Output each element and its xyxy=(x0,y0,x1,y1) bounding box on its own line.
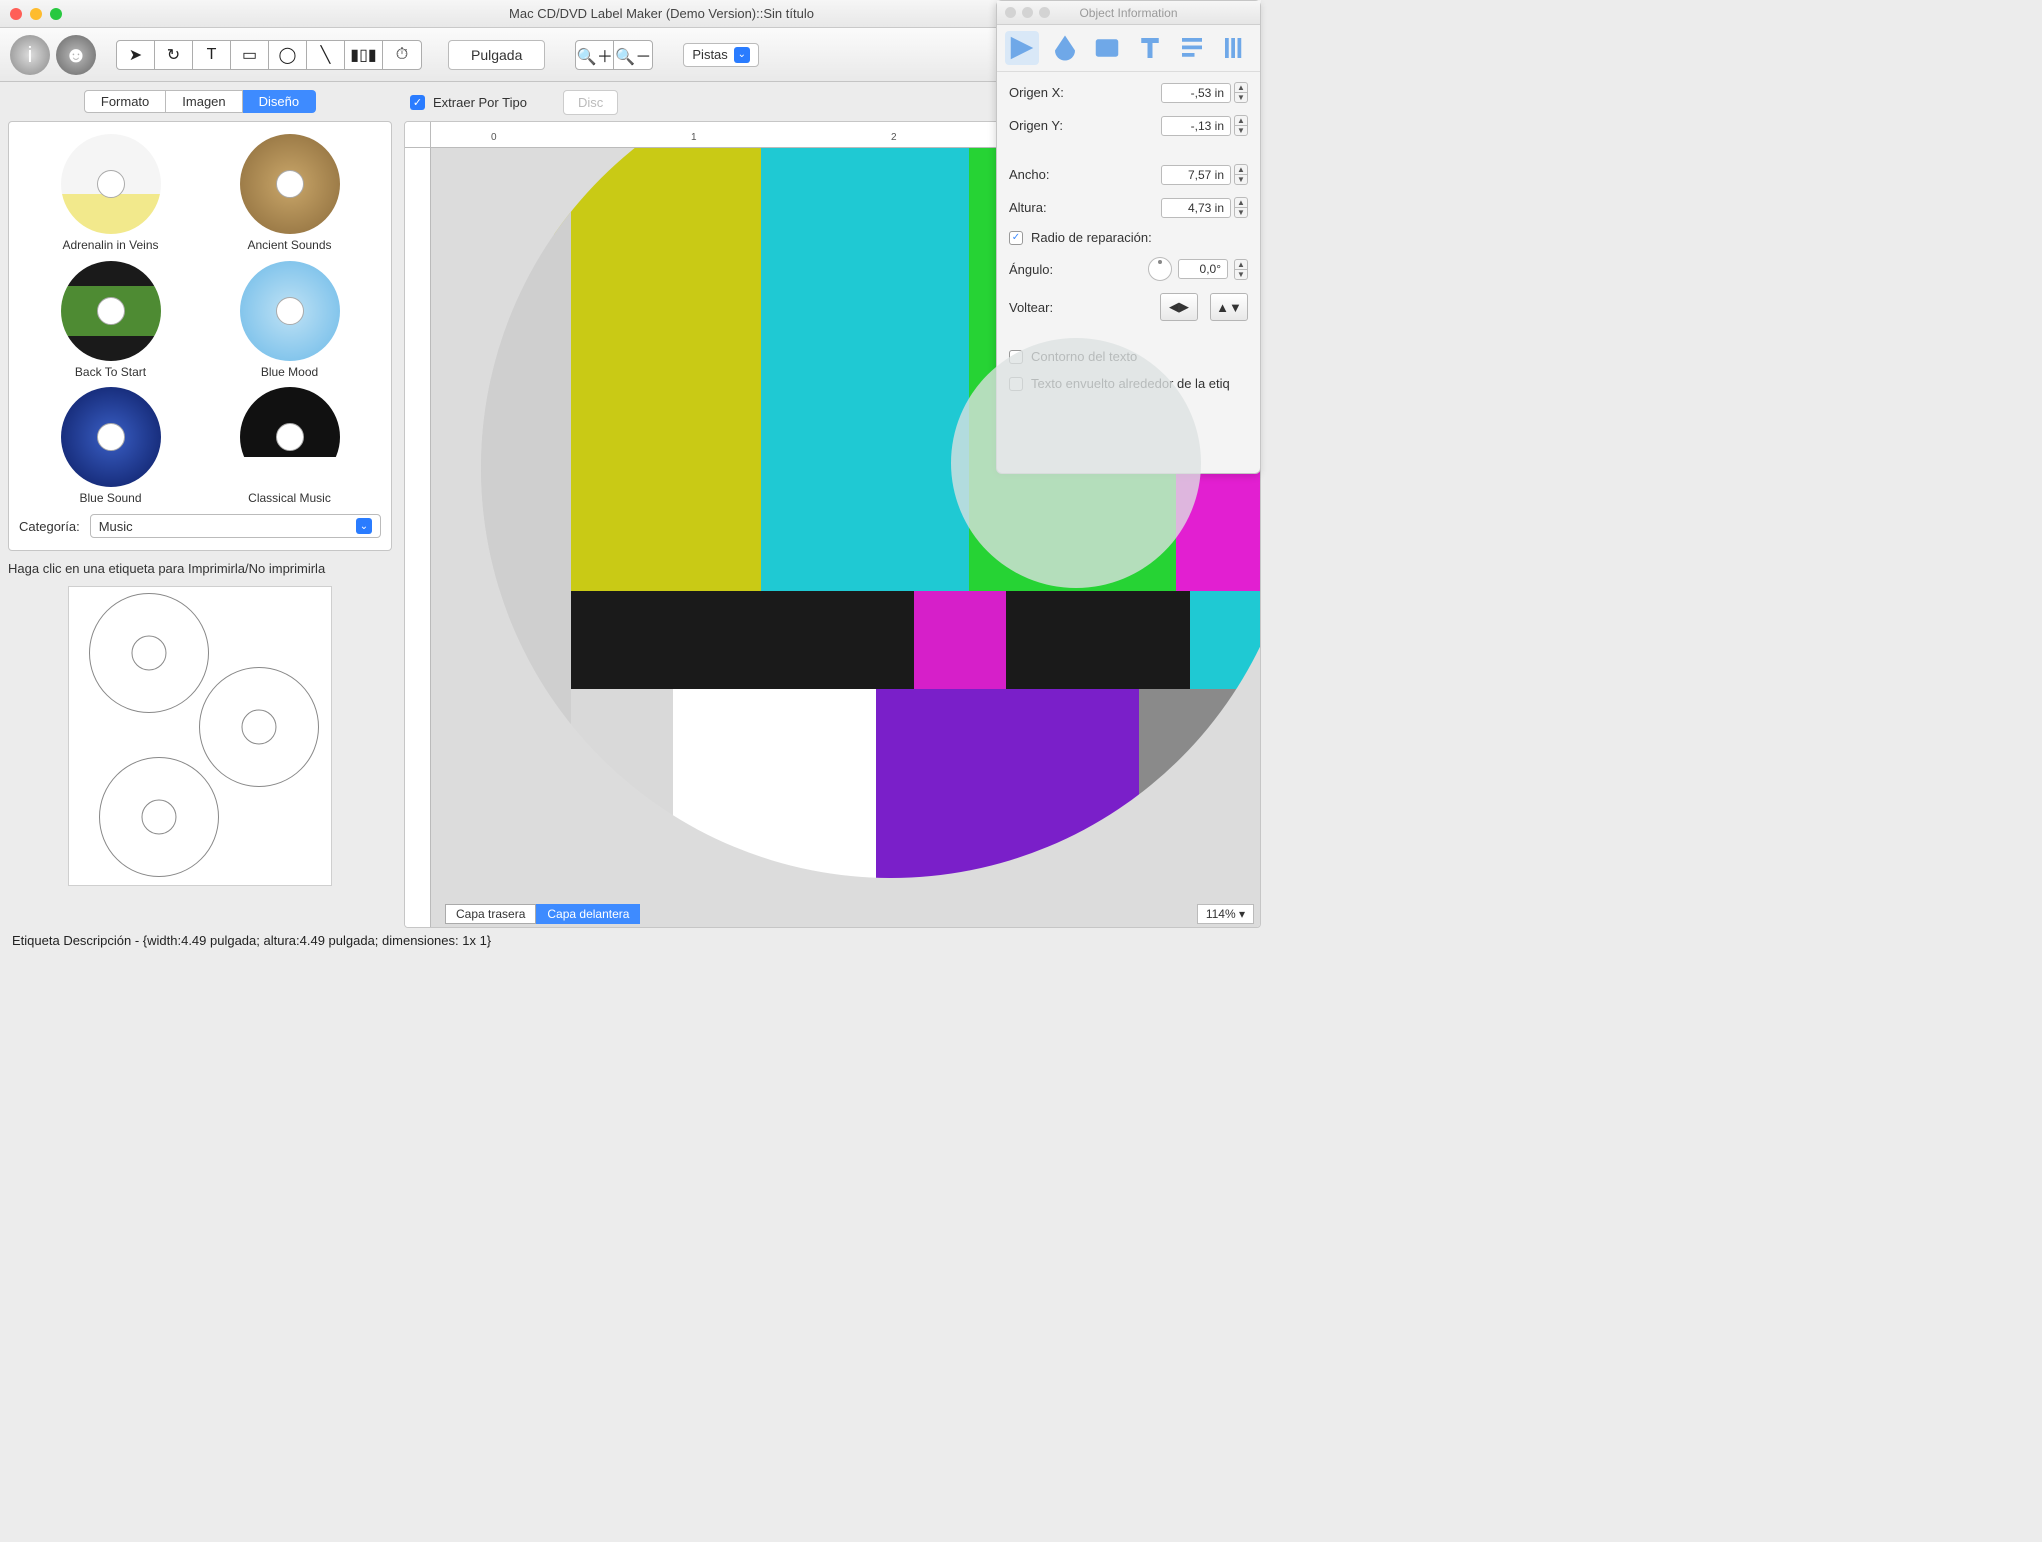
stepper[interactable]: ▲▼ xyxy=(1234,197,1248,218)
inspector-titlebar[interactable]: Object Information xyxy=(997,1,1260,25)
design-grid: Adrenalin in Veins Ancient Sounds Back T… xyxy=(17,130,383,510)
tool-group: ➤ ↻ T ▭ ◯ ╲ ▮▯▮ ⏱ xyxy=(116,40,422,70)
layer-front-tab[interactable]: Capa delantera xyxy=(536,904,640,924)
repair-radius-checkbox[interactable]: ✓ xyxy=(1009,231,1023,245)
traffic-lights xyxy=(10,8,62,20)
tracks-dropdown[interactable]: Pistas ⌄ xyxy=(683,43,758,67)
pointer-tool-icon[interactable]: ➤ xyxy=(117,41,155,69)
chevron-down-icon: ⌄ xyxy=(356,518,372,534)
vertical-ruler xyxy=(405,148,431,927)
height-field[interactable]: 4,73 in xyxy=(1161,198,1231,218)
zoom-out-icon[interactable]: 🔍－ xyxy=(614,41,652,69)
design-thumb[interactable]: Back To Start xyxy=(31,261,190,380)
status-bar: Etiqueta Descripción - {width:4.49 pulga… xyxy=(0,928,1261,952)
text-tab-icon[interactable] xyxy=(1133,31,1167,65)
line-tool-icon[interactable]: ╲ xyxy=(307,41,345,69)
tab-image[interactable]: Imagen xyxy=(166,90,242,113)
category-select[interactable]: Music ⌄ xyxy=(90,514,381,538)
rect-tool-icon[interactable]: ▭ xyxy=(231,41,269,69)
origin-y-label: Origen Y: xyxy=(1009,118,1063,133)
status-text: Etiqueta Descripción - {width:4.49 pulga… xyxy=(12,933,491,948)
tab-format[interactable]: Formato xyxy=(84,90,166,113)
extract-checkbox[interactable]: ✓ xyxy=(410,95,425,110)
minimize-window-button[interactable] xyxy=(30,8,42,20)
ruler-corner xyxy=(405,122,431,148)
left-sidebar: Formato Imagen Diseño Adrenalin in Veins… xyxy=(0,82,400,928)
layers-tab-icon[interactable] xyxy=(1218,31,1252,65)
align-tab-icon[interactable] xyxy=(1175,31,1209,65)
ellipse-tool-icon[interactable]: ◯ xyxy=(269,41,307,69)
unit-button[interactable]: Pulgada xyxy=(448,40,545,70)
flip-label: Voltear: xyxy=(1009,300,1053,315)
geometry-tab-icon[interactable] xyxy=(1005,31,1039,65)
design-thumb[interactable]: Adrenalin in Veins xyxy=(31,134,190,253)
designs-panel: Adrenalin in Veins Ancient Sounds Back T… xyxy=(8,121,392,551)
origin-x-field[interactable]: -,53 in xyxy=(1161,83,1231,103)
info-icon[interactable]: i xyxy=(10,35,50,75)
mask-icon[interactable]: ☻ xyxy=(56,35,96,75)
chevron-down-icon: ⌄ xyxy=(734,47,750,63)
origin-x-label: Origen X: xyxy=(1009,85,1064,100)
angle-field[interactable]: 0,0° xyxy=(1178,259,1228,279)
design-thumb[interactable]: Blue Mood xyxy=(210,261,369,380)
category-label: Categoría: xyxy=(19,519,80,534)
rotate-tool-icon[interactable]: ↻ xyxy=(155,41,193,69)
angle-dial[interactable] xyxy=(1148,257,1172,281)
design-thumb[interactable]: Ancient Sounds xyxy=(210,134,369,253)
flip-vertical-button[interactable]: ▲▼ xyxy=(1210,293,1248,321)
tab-design[interactable]: Diseño xyxy=(243,90,316,113)
inspector-tabs xyxy=(997,25,1260,72)
zoom-window-button[interactable] xyxy=(50,8,62,20)
sidebar-tabs: Formato Imagen Diseño xyxy=(8,90,392,113)
layer-back-tab[interactable]: Capa trasera xyxy=(445,904,536,924)
repair-radius-label: Radio de reparación: xyxy=(1031,230,1152,245)
width-label: Ancho: xyxy=(1009,167,1049,182)
print-hint: Haga clic en una etiqueta para Imprimirl… xyxy=(8,561,392,576)
zoom-in-icon[interactable]: 🔍＋ xyxy=(576,41,614,69)
fill-tab-icon[interactable] xyxy=(1048,31,1082,65)
image-tab-icon[interactable] xyxy=(1090,31,1124,65)
disc-button[interactable]: Disc xyxy=(563,90,618,115)
text-tool-icon[interactable]: T xyxy=(193,41,231,69)
design-thumb[interactable]: Classical Music xyxy=(210,387,369,506)
flip-horizontal-button[interactable]: ◀▶ xyxy=(1160,293,1198,321)
close-window-button[interactable] xyxy=(10,8,22,20)
disc-hole xyxy=(951,338,1201,588)
zoom-group: 🔍＋ 🔍－ xyxy=(575,40,653,70)
layer-tabs: Capa trasera Capa delantera xyxy=(445,904,640,924)
timer-tool-icon[interactable]: ⏱ xyxy=(383,41,421,69)
stepper[interactable]: ▲▼ xyxy=(1234,259,1248,280)
extract-label: Extraer Por Tipo xyxy=(433,95,527,110)
barcode-tool-icon[interactable]: ▮▯▮ xyxy=(345,41,383,69)
zoom-indicator[interactable]: 114% ▾ xyxy=(1197,904,1254,924)
tracks-dropdown-label: Pistas xyxy=(692,47,727,62)
angle-label: Ángulo: xyxy=(1009,262,1053,277)
stepper[interactable]: ▲▼ xyxy=(1234,164,1248,185)
stepper[interactable]: ▲▼ xyxy=(1234,115,1248,136)
category-row: Categoría: Music ⌄ xyxy=(17,510,383,542)
design-thumb[interactable]: Blue Sound xyxy=(31,387,190,506)
width-field[interactable]: 7,57 in xyxy=(1161,165,1231,185)
layout-preview[interactable] xyxy=(68,586,332,886)
origin-y-field[interactable]: -,13 in xyxy=(1161,116,1231,136)
height-label: Altura: xyxy=(1009,200,1047,215)
stepper[interactable]: ▲▼ xyxy=(1234,82,1248,103)
